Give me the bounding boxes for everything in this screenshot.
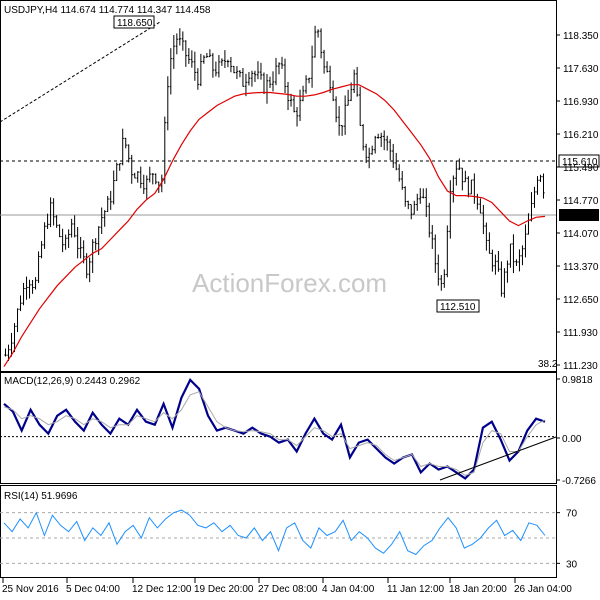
price-y-tick-label: 117.630 (563, 64, 599, 75)
price-y-tick-label: 115.490 (563, 163, 599, 174)
x-tick-label: 18 Jan 20:00 (449, 584, 507, 595)
macd-y-tick-label: -0.7266 (562, 476, 596, 487)
rsi-y-tick-label: 30 (566, 559, 578, 570)
x-tick-label: 25 Nov 2016 (2, 584, 59, 595)
macd-header: MACD(12,26,9) 0.2443 0.2962 (4, 376, 141, 387)
x-axis: 25 Nov 2016 5 Dec 04:00 12 Dec 12:00 19 Dec… (2, 578, 572, 595)
rsi-header: RSI(14) 51.9696 (4, 491, 78, 502)
x-tick-label: 5 Dec 04:00 (66, 584, 120, 595)
low-annotation: 112.510 (440, 302, 476, 313)
x-tick-label: 11 Jan 12:00 (387, 584, 445, 595)
x-tick-label: 27 Dec 08:00 (258, 584, 318, 595)
price-y-tick-label: 113.370 (563, 262, 599, 273)
forex-chart: ActionForex.com USDJPY,H4 114.674 114.77… (0, 0, 600, 595)
x-tick-label: 12 Dec 12:00 (132, 584, 192, 595)
macd-y-axis: 0.9818 0.00 -0.7266 (556, 375, 596, 487)
high-annotation: 118.650 (117, 18, 153, 29)
fib-label: 38.2 (538, 359, 558, 370)
price-y-tick-label: 118.350 (563, 31, 599, 42)
x-tick-label: 4 Jan 04:00 (322, 584, 375, 595)
price-y-tick-label: 116.930 (563, 97, 599, 108)
price-y-tick-label: 114.070 (563, 229, 599, 240)
macd-y-tick-label: 0.00 (562, 434, 582, 445)
watermark: ActionForex.com (192, 268, 387, 298)
price-y-tick-label: 112.650 (563, 295, 599, 306)
price-y-tick-label: 111.930 (563, 328, 598, 339)
x-tick-label: 26 Jan 04:00 (514, 584, 572, 595)
price-y-tick-label: 111.230 (563, 361, 598, 372)
rsi-y-tick-label: 70 (566, 509, 578, 520)
price-y-tick-label: 114.770 (563, 196, 599, 207)
price-y-tick-label: 116.210 (563, 130, 599, 141)
x-tick-label: 19 Dec 20:00 (194, 584, 254, 595)
rsi-y-axis: 70 30 (556, 509, 578, 570)
price-panel-frame (0, 0, 557, 372)
current-price-label: 114.458 (562, 211, 598, 222)
price-header: USDJPY,H4 114.674 114.774 114.347 114.45… (4, 5, 211, 16)
macd-y-tick-label: 0.9818 (562, 375, 593, 386)
price-y-axis: 118.350 117.630 116.930 116.210 115.490 114.7… (556, 31, 599, 372)
